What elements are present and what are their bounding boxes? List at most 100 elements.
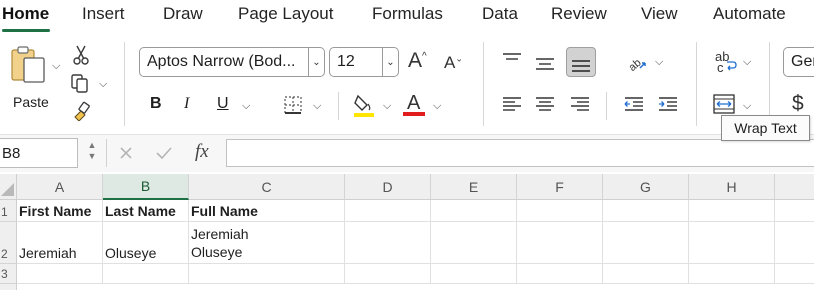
decrease-font-size-button[interactable]: A⌄ xyxy=(444,53,463,73)
align-left-icon[interactable] xyxy=(500,92,524,116)
formula-input[interactable] xyxy=(226,139,814,167)
column-header-d[interactable]: D xyxy=(345,174,431,200)
cell-c2-line-2: Oluseye xyxy=(191,244,243,260)
cell-h3[interactable] xyxy=(689,264,775,284)
cell-c2[interactable]: Jeremiah Oluseye xyxy=(189,222,345,264)
tab-formulas[interactable]: Formulas xyxy=(372,4,443,24)
row-header-1[interactable]: 1 xyxy=(0,200,17,222)
column-header-i[interactable] xyxy=(775,174,814,200)
font-size-chevron-icon[interactable]: ⌄ xyxy=(382,48,398,76)
tab-automate[interactable]: Automate xyxy=(713,4,786,24)
tab-insert[interactable]: Insert xyxy=(82,4,125,24)
column-header-e[interactable]: E xyxy=(431,174,517,200)
column-header-c[interactable]: C xyxy=(189,174,345,200)
merge-chevron-down-icon[interactable]: ⌵ xyxy=(743,100,751,113)
insert-function-icon[interactable]: fx xyxy=(195,141,209,163)
cell-d2[interactable] xyxy=(345,222,431,264)
enter-check-icon[interactable] xyxy=(153,142,175,164)
cell-e3[interactable] xyxy=(431,264,517,284)
wrap-c-glyph: c xyxy=(717,60,724,75)
decrease-font-size-icon: A xyxy=(444,53,456,72)
orientation-icon[interactable]: ab xyxy=(623,49,649,75)
font-name-value: Aptos Narrow (Bod... xyxy=(147,53,296,70)
name-box-value: B8 xyxy=(2,144,21,162)
copy-chevron-down-icon[interactable]: ⌵ xyxy=(99,78,107,91)
align-right-icon[interactable] xyxy=(568,92,592,116)
font-size-dropdown[interactable]: 12 ⌄ xyxy=(329,47,399,77)
cell-h2[interactable] xyxy=(689,222,775,264)
currency-format-button[interactable]: $ xyxy=(792,92,804,116)
column-header-a[interactable]: A xyxy=(17,174,103,200)
cell-e2[interactable] xyxy=(431,222,517,264)
align-bottom-button[interactable] xyxy=(566,47,596,77)
cell-h1[interactable] xyxy=(689,200,775,222)
fill-color-chevron-down-icon[interactable]: ⌵ xyxy=(383,100,391,113)
column-header-f[interactable]: F xyxy=(517,174,603,200)
copy-icon[interactable] xyxy=(68,72,92,94)
cell-i2[interactable] xyxy=(775,222,814,264)
tab-home[interactable]: Home xyxy=(2,4,49,24)
cell-b1[interactable]: Last Name xyxy=(103,200,189,222)
merge-center-icon[interactable] xyxy=(712,93,736,115)
format-painter-icon[interactable] xyxy=(70,100,92,122)
tab-page-layout[interactable]: Page Layout xyxy=(238,4,333,24)
number-format-dropdown[interactable]: Ger xyxy=(783,47,814,77)
cut-icon[interactable] xyxy=(72,44,90,66)
orientation-chevron-down-icon[interactable]: ⌵ xyxy=(655,56,663,69)
underline-button[interactable]: U xyxy=(217,95,229,113)
cell-e1[interactable] xyxy=(431,200,517,222)
column-header-g[interactable]: G xyxy=(603,174,689,200)
bold-button[interactable]: B xyxy=(150,95,162,113)
borders-chevron-down-icon[interactable]: ⌵ xyxy=(313,100,321,113)
row-header-3[interactable]: 3 xyxy=(0,264,17,284)
increase-indent-icon[interactable] xyxy=(656,92,680,116)
cancel-icon[interactable] xyxy=(115,142,137,164)
italic-button[interactable]: I xyxy=(184,95,189,113)
font-name-dropdown[interactable]: Aptos Narrow (Bod... ⌄ xyxy=(139,47,325,77)
tab-view[interactable]: View xyxy=(641,4,678,24)
font-color-button[interactable]: A xyxy=(402,90,426,118)
tab-data[interactable]: Data xyxy=(482,4,518,24)
align-middle-icon[interactable] xyxy=(533,51,557,75)
cell-g2[interactable] xyxy=(603,222,689,264)
name-box-stepper-icon[interactable]: ▲ ▼ xyxy=(86,140,98,166)
paste-chevron-down-icon[interactable]: ⌵ xyxy=(52,60,60,73)
tab-review[interactable]: Review xyxy=(551,4,607,24)
wrap-chevron-down-icon[interactable]: ⌵ xyxy=(743,56,751,69)
font-color-chevron-down-icon[interactable]: ⌵ xyxy=(433,100,441,113)
increase-font-size-button[interactable]: A^ xyxy=(408,49,427,73)
cell-b2[interactable]: Oluseye xyxy=(103,222,189,264)
cell-i3[interactable] xyxy=(775,264,814,284)
cell-f3[interactable] xyxy=(517,264,603,284)
tab-draw[interactable]: Draw xyxy=(163,4,203,24)
cell-a1[interactable]: First Name xyxy=(17,200,103,222)
cell-f2[interactable] xyxy=(517,222,603,264)
cell-c1[interactable]: Full Name xyxy=(189,200,345,222)
column-header-b[interactable]: B xyxy=(103,174,189,200)
font-name-chevron-icon[interactable]: ⌄ xyxy=(308,48,324,76)
cell-d1[interactable] xyxy=(345,200,431,222)
align-center-icon[interactable] xyxy=(533,92,557,116)
row-header-4[interactable] xyxy=(0,284,17,290)
column-header-h[interactable]: H xyxy=(689,174,775,200)
select-all-corner[interactable] xyxy=(0,174,17,200)
decrease-indent-icon[interactable] xyxy=(622,92,646,116)
ribbon-divider xyxy=(769,42,770,126)
align-top-icon[interactable] xyxy=(500,49,524,73)
cell-g1[interactable] xyxy=(603,200,689,222)
cell-i1[interactable] xyxy=(775,200,814,222)
cell-a2[interactable]: Jeremiah xyxy=(17,222,103,264)
cell-a3[interactable] xyxy=(17,264,103,284)
underline-chevron-down-icon[interactable]: ⌵ xyxy=(242,100,250,113)
row-header-2[interactable]: 2 xyxy=(0,222,17,264)
cell-d3[interactable] xyxy=(345,264,431,284)
wrap-text-abc-button[interactable]: ab c xyxy=(713,49,741,75)
paste-button[interactable]: ⌵ Paste xyxy=(8,44,66,124)
cell-g3[interactable] xyxy=(603,264,689,284)
borders-icon[interactable] xyxy=(282,94,304,116)
fill-color-icon[interactable] xyxy=(352,92,376,118)
name-box[interactable]: B8 xyxy=(0,138,78,168)
cell-f1[interactable] xyxy=(517,200,603,222)
cell-c3[interactable] xyxy=(189,264,345,284)
cell-b3[interactable] xyxy=(103,264,189,284)
